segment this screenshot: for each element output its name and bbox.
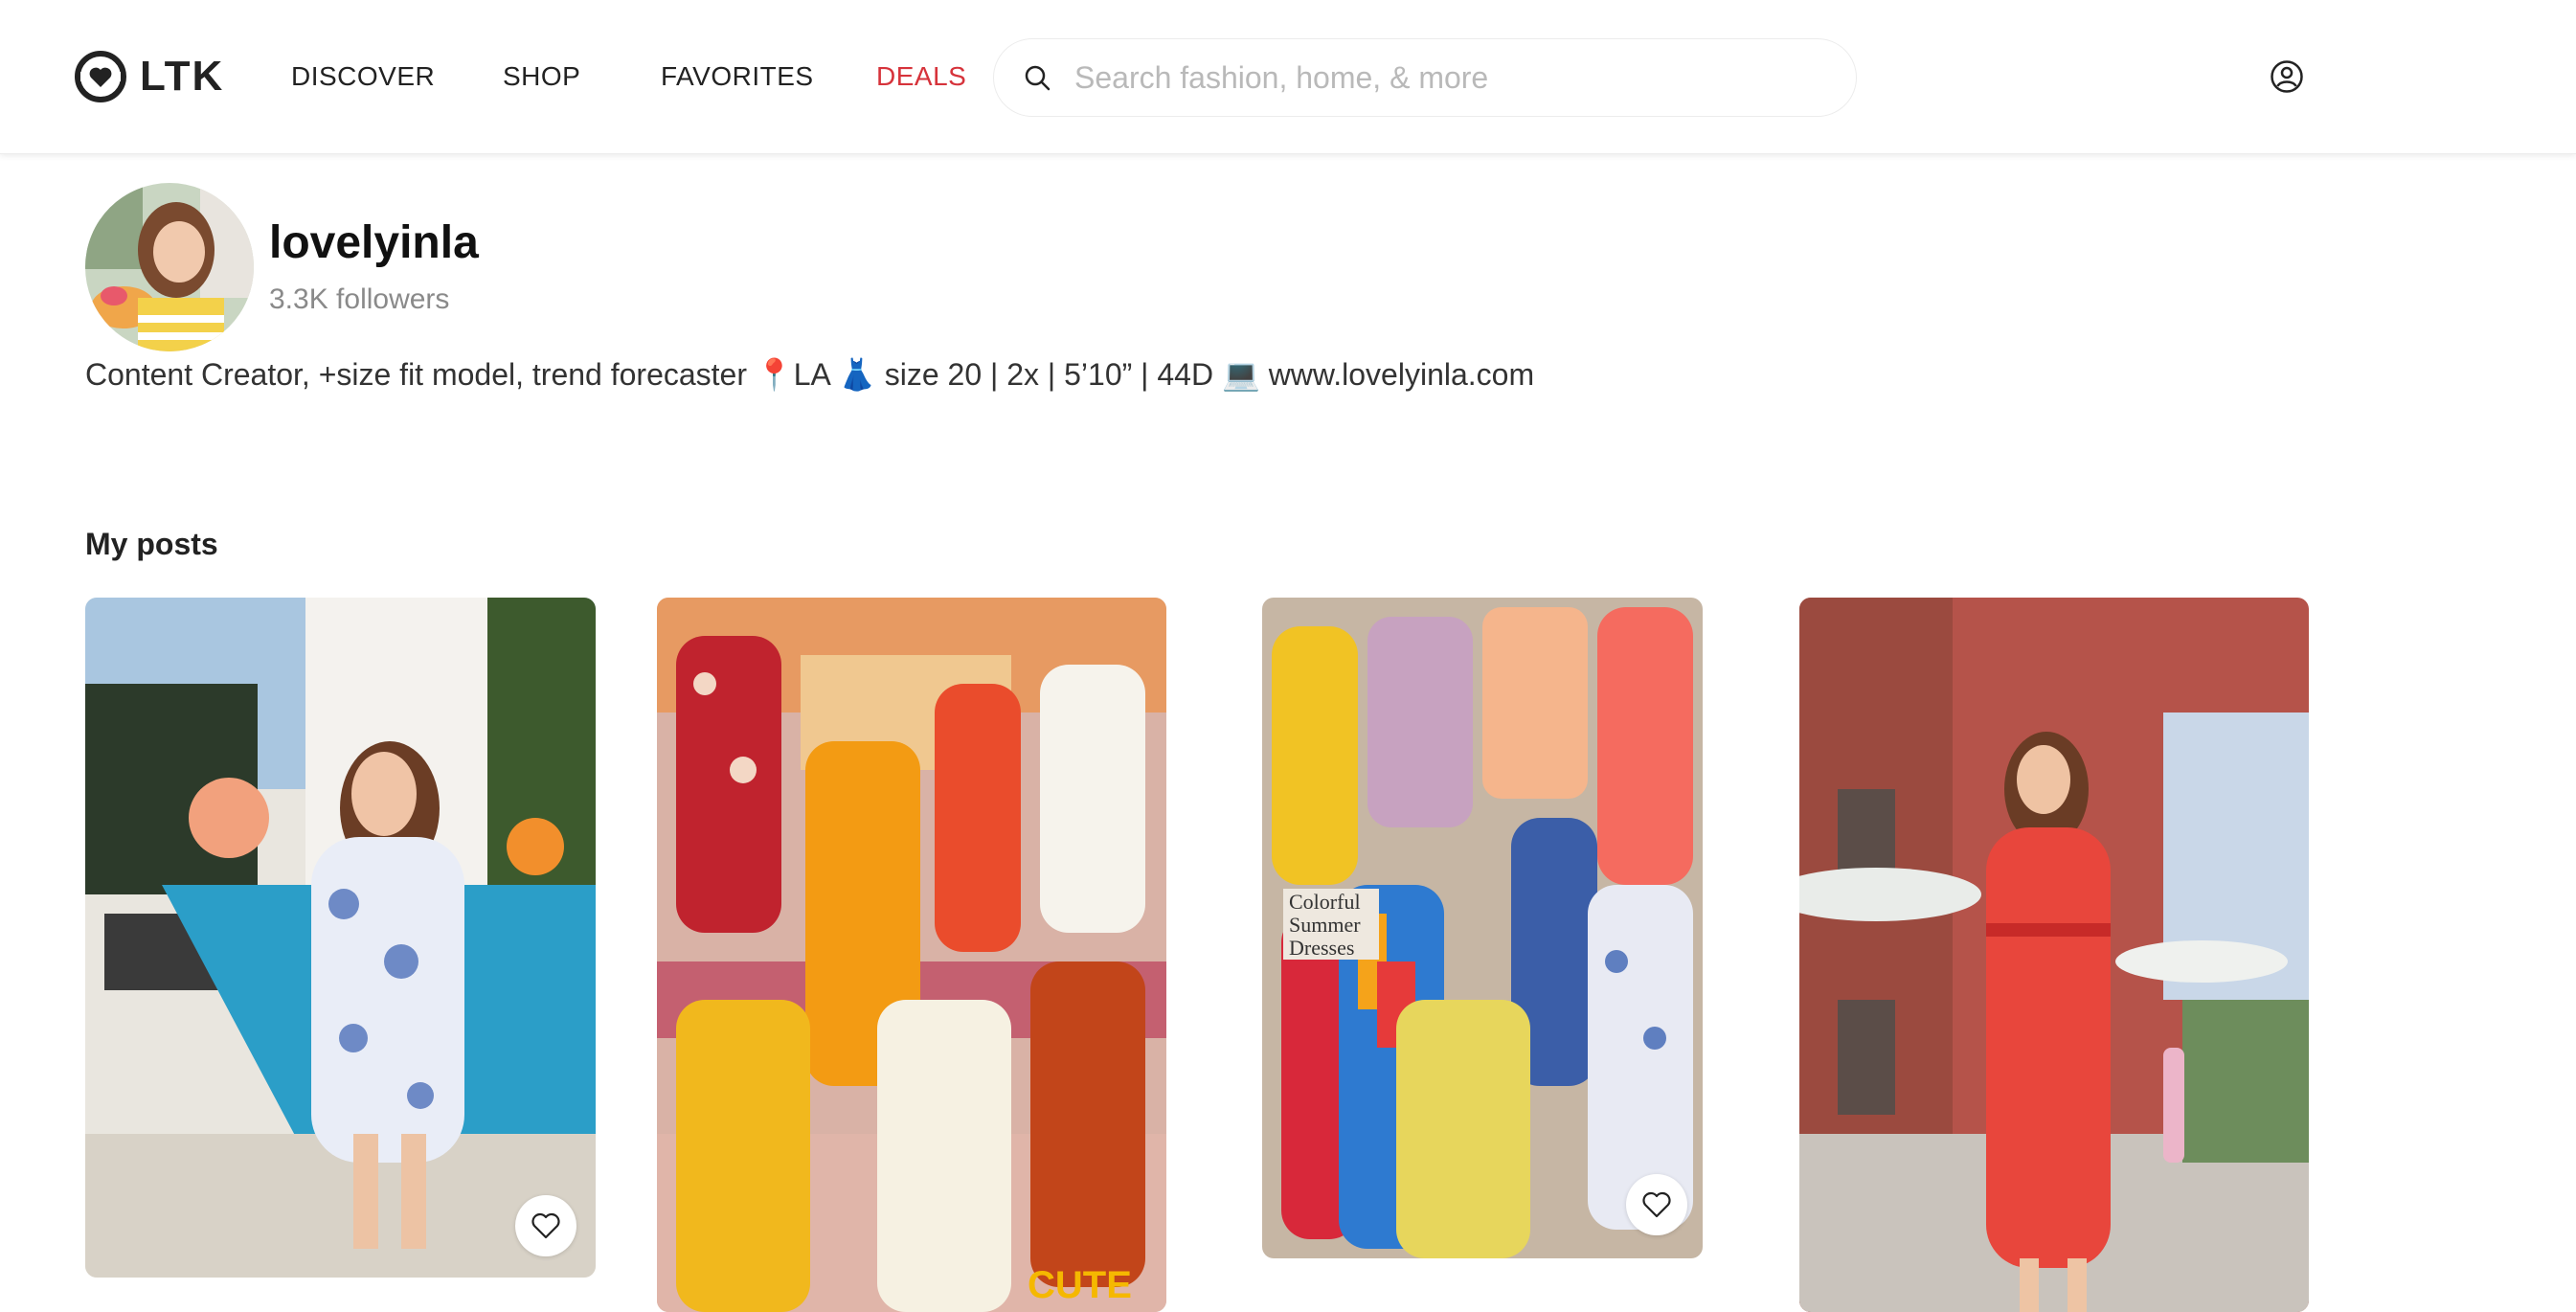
- search-icon: [1025, 65, 1051, 91]
- post-card[interactable]: CUTE: [657, 598, 1166, 1312]
- post-card[interactable]: [1799, 598, 2309, 1312]
- logo-text: LTK: [140, 53, 225, 100]
- profile-bio: Content Creator, +size fit model, trend …: [85, 357, 1535, 392]
- post-image: [1799, 598, 2309, 1312]
- nav-discover[interactable]: DISCOVER: [291, 61, 435, 92]
- favorite-button[interactable]: [515, 1195, 576, 1256]
- profile-username: lovelyinla: [269, 217, 479, 268]
- nav-favorites[interactable]: FAVORITES: [661, 61, 814, 92]
- post-overlay-text: Colorful Summer Dresses: [1283, 889, 1379, 960]
- top-navbar: LTK DISCOVER SHOP FAVORITES DEALS: [0, 0, 2576, 154]
- nav-shop[interactable]: SHOP: [503, 61, 580, 92]
- favorite-button[interactable]: [1626, 1174, 1687, 1235]
- search-input[interactable]: [1074, 59, 1821, 96]
- followers-count: 3.3K followers: [269, 283, 450, 315]
- search-bar[interactable]: [993, 38, 1857, 117]
- post-overlay-text: CUTE: [1028, 1264, 1132, 1306]
- my-posts-heading: My posts: [85, 527, 218, 561]
- ltk-heart-logo-icon: [75, 51, 126, 102]
- nav-deals[interactable]: DEALS: [876, 61, 966, 92]
- ltk-logo[interactable]: LTK: [75, 50, 224, 103]
- post-card[interactable]: Colorful Summer Dresses: [1262, 598, 1703, 1258]
- post-card[interactable]: [85, 598, 596, 1278]
- heart-icon: [531, 1212, 560, 1239]
- heart-icon: [1642, 1191, 1671, 1218]
- post-image: [657, 598, 1166, 1312]
- post-image: [85, 598, 596, 1278]
- profile-avatar: [85, 183, 254, 351]
- account-icon[interactable]: [2270, 59, 2304, 94]
